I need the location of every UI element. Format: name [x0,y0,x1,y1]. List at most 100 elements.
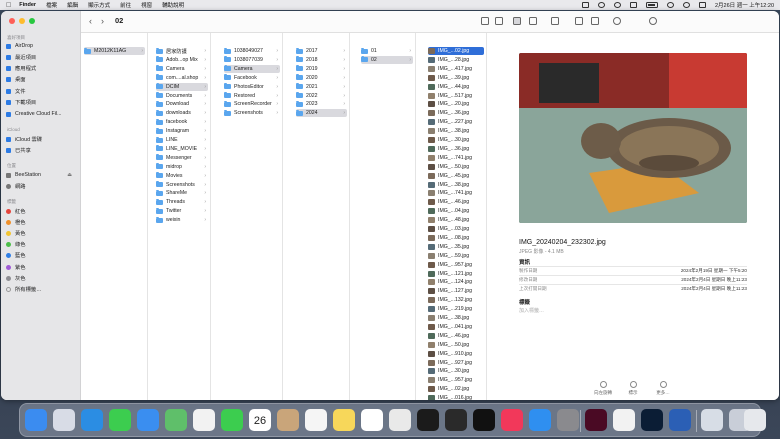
dock-music-icon[interactable] [501,409,523,431]
list-item[interactable]: Screenshots › [224,109,280,117]
sidebar-item-recents[interactable]: 最近項目 [6,53,78,61]
list-item[interactable]: Adob...op Mix › [156,56,208,64]
sidebar-item-downloads[interactable]: 下載項目 [6,98,78,106]
list-item[interactable]: IMG_...39.jpg [428,74,484,82]
list-item[interactable]: IMG_...041.jpg [428,323,484,331]
sidebar-tag-gray[interactable]: 灰色 [6,274,78,282]
list-item[interactable]: IMG_...132.jpg [428,296,484,304]
dock-preview-app-icon[interactable] [701,409,723,431]
list-item[interactable]: Documents › [156,92,208,100]
creative-cloud-icon[interactable] [614,2,621,8]
menu-clock[interactable]: 2月26日 週一 上午12:20 [715,1,774,9]
list-item[interactable]: IMG_...50.jpg [428,341,484,349]
list-item[interactable]: IMG_...38.jpg [428,181,484,189]
list-item[interactable]: 2024 › [296,109,347,118]
list-item[interactable]: IMG_...02.jpg [428,47,484,55]
list-item[interactable]: Threads › [156,198,208,206]
list-item[interactable]: IMG_...02.jpg [428,385,484,393]
menu-help[interactable]: 輔助說明 [162,1,184,9]
list-item[interactable]: IMG_...35.jpg [428,243,484,251]
dock-launchpad-icon[interactable] [53,409,75,431]
dock-calendar-icon[interactable]: 26 [249,409,271,431]
dock-app-store-icon[interactable] [529,409,551,431]
list-item[interactable]: midrop › [156,163,208,171]
list-item[interactable]: IMG_...36.jpg [428,109,484,117]
sidebar-item-applications[interactable]: 應用程式 [6,64,78,72]
sidebar-tag-red[interactable]: 紅色 [6,207,78,215]
list-item[interactable]: Screenshots › [156,181,208,189]
menu-edit[interactable]: 編輯 [67,1,78,9]
list-item[interactable]: 2019 › [296,65,347,73]
tag-icon[interactable] [591,17,599,25]
dock-indesign-icon[interactable] [585,409,607,431]
list-item[interactable]: IMG_...417.jpg [428,65,484,73]
list-item[interactable]: Messenger › [156,154,208,162]
list-item[interactable]: IMG_...20.jpg [428,100,484,108]
sidebar-item-beestation[interactable]: BeeStation ⏏ [6,171,78,179]
gallery-view-icon[interactable] [529,17,537,25]
list-item[interactable]: IMG_...517.jpg [428,92,484,100]
menu-view[interactable]: 顯示方式 [88,1,110,9]
list-item[interactable]: downloads › [156,109,208,117]
sidebar-tag-blue[interactable]: 藍色 [6,251,78,259]
sidebar-tag-orange[interactable]: 橙色 [6,218,78,226]
list-item[interactable]: ShareMe › [156,189,208,197]
list-item[interactable]: IMG_...46.jpg [428,198,484,206]
dock-facetime-icon[interactable] [221,409,243,431]
dock-reminders-icon[interactable] [305,409,327,431]
list-item[interactable]: Camera › [156,65,208,73]
list-item[interactable]: IMG_...121.jpg [428,270,484,278]
dock-capcut-icon[interactable] [417,409,439,431]
list-item[interactable]: IMG_...44.jpg [428,83,484,91]
menu-go[interactable]: 前往 [120,1,131,9]
list-item[interactable]: 02 › [361,55,413,64]
wifi-icon[interactable] [667,2,674,8]
list-item[interactable]: IMG_...45.jpg [428,172,484,180]
list-item[interactable]: IMG_...910.jpg [428,350,484,358]
list-item[interactable]: DCIM › [156,82,208,91]
list-item[interactable]: IMG_...28.jpg [428,56,484,64]
dock-messages-icon[interactable] [109,409,131,431]
list-view-icon[interactable] [495,17,503,25]
list-item[interactable]: IMG_...46.jpg [428,332,484,340]
list-item[interactable]: IMG_...127.jpg [428,287,484,295]
list-item[interactable]: 01 › [361,47,413,55]
back-button[interactable]: ‹ [89,16,92,26]
list-item[interactable]: Movies › [156,172,208,180]
list-item[interactable]: weixin › [156,216,208,224]
list-item[interactable]: LINE_MOVIE › [156,145,208,153]
menu-file[interactable]: 檔案 [46,1,57,9]
control-center-icon[interactable] [699,2,706,8]
dock-system-settings-icon[interactable] [557,409,579,431]
dock-photos-icon[interactable] [193,409,215,431]
list-item[interactable]: com....al.shop › [156,74,208,82]
list-item[interactable]: M2012K11AG › [84,47,145,55]
screen-recording-icon[interactable] [598,2,605,8]
list-item[interactable]: 2022 › [296,92,347,100]
list-item[interactable]: IMG_...04.jpg [428,207,484,215]
battery-icon[interactable] [646,2,658,8]
list-item[interactable]: 居家防護 › [156,47,208,55]
list-item[interactable]: IMG_...59.jpg [428,252,484,260]
group-icon[interactable] [551,17,559,25]
forward-button[interactable]: › [101,16,104,26]
list-item[interactable]: IMG_...48.jpg [428,216,484,224]
zoom-window-button[interactable] [29,18,35,24]
list-item[interactable]: 1038049027 › [224,47,280,55]
list-item[interactable]: IMG_...36.jpg [428,145,484,153]
sidebar-item-documents[interactable]: 文件 [6,87,78,95]
list-item[interactable]: 2017 › [296,47,347,55]
sidebar-tag-yellow[interactable]: 黃色 [6,229,78,237]
list-item[interactable]: Restored › [224,92,280,100]
icon-view-icon[interactable] [481,17,489,25]
list-item[interactable]: PhotosEditor › [224,83,280,91]
list-item[interactable]: IMG_...08.jpg [428,234,484,242]
list-item[interactable]: Download › [156,100,208,108]
minimize-window-button[interactable] [19,18,25,24]
dock-mail-icon[interactable] [137,409,159,431]
list-item[interactable]: IMG_...30.jpg [428,136,484,144]
list-item[interactable]: Twitter › [156,207,208,215]
sidebar-item-desktop[interactable]: 桌面 [6,75,78,83]
dock-word-icon[interactable] [669,409,691,431]
list-item[interactable]: IMG_...741.jpg [428,189,484,197]
